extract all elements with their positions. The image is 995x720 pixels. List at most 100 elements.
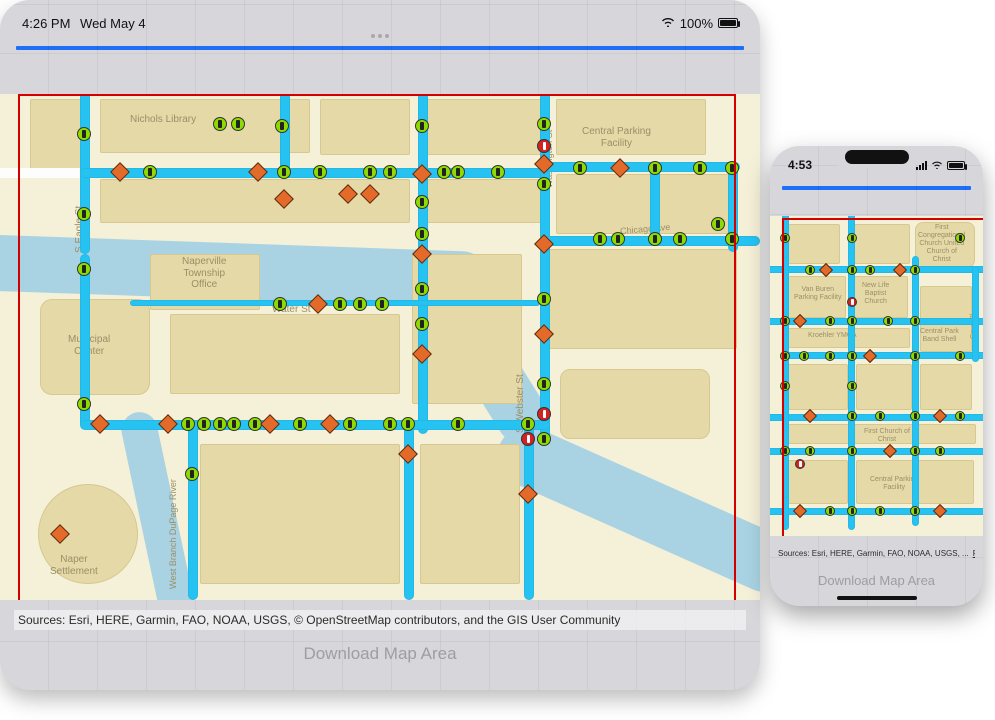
valve-marker[interactable] [611,232,625,246]
valve-marker[interactable] [185,467,199,481]
valve-marker[interactable] [910,446,920,456]
valve-marker[interactable] [725,232,739,246]
valve-marker[interactable] [955,411,965,421]
valve-marker[interactable] [883,316,893,326]
alert-marker[interactable] [521,432,535,446]
valve-marker[interactable] [780,351,790,361]
valve-marker[interactable] [313,165,327,179]
hydrant-marker[interactable] [793,504,807,518]
valve-marker[interactable] [343,417,357,431]
valve-marker[interactable] [383,417,397,431]
valve-marker[interactable] [415,119,429,133]
valve-marker[interactable] [648,232,662,246]
valve-marker[interactable] [847,351,857,361]
valve-marker[interactable] [415,195,429,209]
valve-marker[interactable] [375,297,389,311]
valve-marker[interactable] [910,351,920,361]
hydrant-marker[interactable] [398,444,418,464]
valve-marker[interactable] [780,233,790,243]
valve-marker[interactable] [847,316,857,326]
valve-marker[interactable] [725,161,739,175]
valve-marker[interactable] [143,165,157,179]
valve-marker[interactable] [825,351,835,361]
valve-marker[interactable] [825,506,835,516]
valve-marker[interactable] [910,265,920,275]
valve-marker[interactable] [910,411,920,421]
valve-marker[interactable] [847,381,857,391]
valve-marker[interactable] [415,282,429,296]
valve-marker[interactable] [451,165,465,179]
hydrant-marker[interactable] [260,414,280,434]
valve-marker[interactable] [333,297,347,311]
valve-marker[interactable] [277,165,291,179]
valve-marker[interactable] [847,446,857,456]
valve-marker[interactable] [847,265,857,275]
valve-marker[interactable] [537,377,551,391]
valve-marker[interactable] [847,233,857,243]
valve-marker[interactable] [673,232,687,246]
valve-marker[interactable] [451,417,465,431]
valve-marker[interactable] [825,316,835,326]
map-view[interactable]: Nichols Library W Jackson Ave Naperville… [0,94,760,600]
hydrant-marker[interactable] [933,504,947,518]
download-map-area-button[interactable]: Download Map Area [14,632,746,676]
valve-marker[interactable] [537,432,551,446]
valve-marker[interactable] [213,117,227,131]
valve-marker[interactable] [693,161,707,175]
valve-marker[interactable] [805,265,815,275]
valve-marker[interactable] [197,417,211,431]
valve-marker[interactable] [780,446,790,456]
alert-marker[interactable] [537,407,551,421]
attribution-powered-by[interactable]: Powered by Esri [973,549,975,558]
valve-marker[interactable] [955,351,965,361]
valve-marker[interactable] [401,417,415,431]
hydrant-marker[interactable] [883,444,897,458]
valve-marker[interactable] [77,207,91,221]
valve-marker[interactable] [799,351,809,361]
valve-marker[interactable] [437,165,451,179]
valve-marker[interactable] [415,317,429,331]
valve-marker[interactable] [847,506,857,516]
valve-marker[interactable] [875,506,885,516]
valve-marker[interactable] [353,297,367,311]
valve-marker[interactable] [865,265,875,275]
valve-marker[interactable] [181,417,195,431]
valve-marker[interactable] [805,446,815,456]
valve-marker[interactable] [383,165,397,179]
valve-marker[interactable] [231,117,245,131]
alert-marker[interactable] [795,459,805,469]
valve-marker[interactable] [227,417,241,431]
valve-marker[interactable] [77,262,91,276]
valve-marker[interactable] [780,381,790,391]
map-view[interactable]: First Congregational Church United Churc… [770,216,983,536]
valve-marker[interactable] [293,417,307,431]
valve-marker[interactable] [573,161,587,175]
hydrant-marker[interactable] [90,414,110,434]
valve-marker[interactable] [213,417,227,431]
hydrant-marker[interactable] [320,414,340,434]
valve-marker[interactable] [935,446,945,456]
valve-marker[interactable] [910,316,920,326]
valve-marker[interactable] [910,506,920,516]
alert-marker[interactable] [847,297,857,307]
valve-marker[interactable] [537,292,551,306]
valve-marker[interactable] [780,316,790,326]
valve-marker[interactable] [521,417,535,431]
valve-marker[interactable] [77,127,91,141]
valve-marker[interactable] [415,227,429,241]
valve-marker[interactable] [955,233,965,243]
valve-marker[interactable] [847,411,857,421]
hydrant-marker[interactable] [158,414,178,434]
valve-marker[interactable] [537,117,551,131]
download-map-area-button[interactable]: Download Map Area [778,573,975,588]
valve-marker[interactable] [275,119,289,133]
valve-marker[interactable] [491,165,505,179]
valve-marker[interactable] [363,165,377,179]
valve-marker[interactable] [875,411,885,421]
valve-marker[interactable] [711,217,725,231]
valve-marker[interactable] [537,177,551,191]
valve-marker[interactable] [77,397,91,411]
home-indicator[interactable] [837,596,917,600]
valve-marker[interactable] [593,232,607,246]
valve-marker[interactable] [273,297,287,311]
